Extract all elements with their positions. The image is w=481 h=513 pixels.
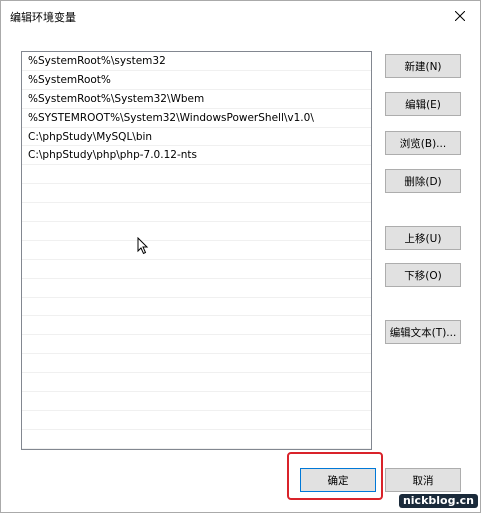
empty-list-row[interactable]	[22, 392, 371, 411]
move-down-button[interactable]: 下移(O)	[385, 263, 461, 287]
list-item[interactable]: %SystemRoot%\System32\Wbem	[22, 90, 371, 109]
mouse-cursor-icon	[137, 237, 149, 255]
close-icon	[455, 11, 465, 21]
path-list[interactable]: %SystemRoot%\system32 %SystemRoot% %System…	[21, 51, 372, 450]
list-item[interactable]: C:\phpStudy\php\php-7.0.12-nts	[22, 146, 371, 166]
close-button[interactable]	[440, 1, 480, 31]
empty-list-row[interactable]	[22, 373, 371, 393]
empty-list-row[interactable]	[22, 354, 371, 374]
empty-list-row[interactable]	[22, 335, 371, 355]
edit-button[interactable]: 编辑(E)	[385, 92, 461, 116]
watermark: nickblog.cn	[398, 494, 478, 508]
edit-text-button[interactable]: 编辑文本(T)...	[385, 320, 461, 344]
move-up-button[interactable]: 上移(U)	[385, 226, 461, 250]
dialog-title: 编辑环境变量	[10, 11, 76, 24]
edit-env-variable-dialog: 编辑环境变量 %SystemRoot%\system32 %SystemRoot%…	[0, 0, 481, 513]
title-bar: 编辑环境变量	[1, 1, 480, 31]
delete-button[interactable]: 删除(D)	[385, 169, 461, 193]
list-item[interactable]: %SystemRoot%\system32	[22, 52, 371, 71]
list-item[interactable]: C:\phpStudy\MySQL\bin	[22, 128, 371, 147]
empty-list-row[interactable]	[22, 260, 371, 279]
empty-list-row[interactable]	[22, 411, 371, 430]
list-item[interactable]: %SystemRoot%	[22, 71, 371, 90]
empty-list-row[interactable]	[22, 222, 371, 241]
empty-list-row[interactable]	[22, 298, 371, 317]
empty-list-row[interactable]	[22, 316, 371, 336]
browse-button[interactable]: 浏览(B)...	[385, 131, 461, 155]
empty-list-row[interactable]	[22, 165, 371, 185]
list-item[interactable]: %SYSTEMROOT%\System32\WindowsPowerShell\…	[22, 109, 371, 128]
cancel-button[interactable]: 取消	[385, 468, 461, 492]
empty-list-row[interactable]	[22, 184, 371, 204]
empty-list-row[interactable]	[22, 203, 371, 223]
new-button[interactable]: 新建(N)	[385, 54, 461, 78]
empty-list-row[interactable]	[22, 279, 371, 298]
empty-list-row[interactable]	[22, 430, 371, 449]
ok-button[interactable]: 确定	[300, 468, 376, 492]
empty-list-row[interactable]	[22, 241, 371, 260]
